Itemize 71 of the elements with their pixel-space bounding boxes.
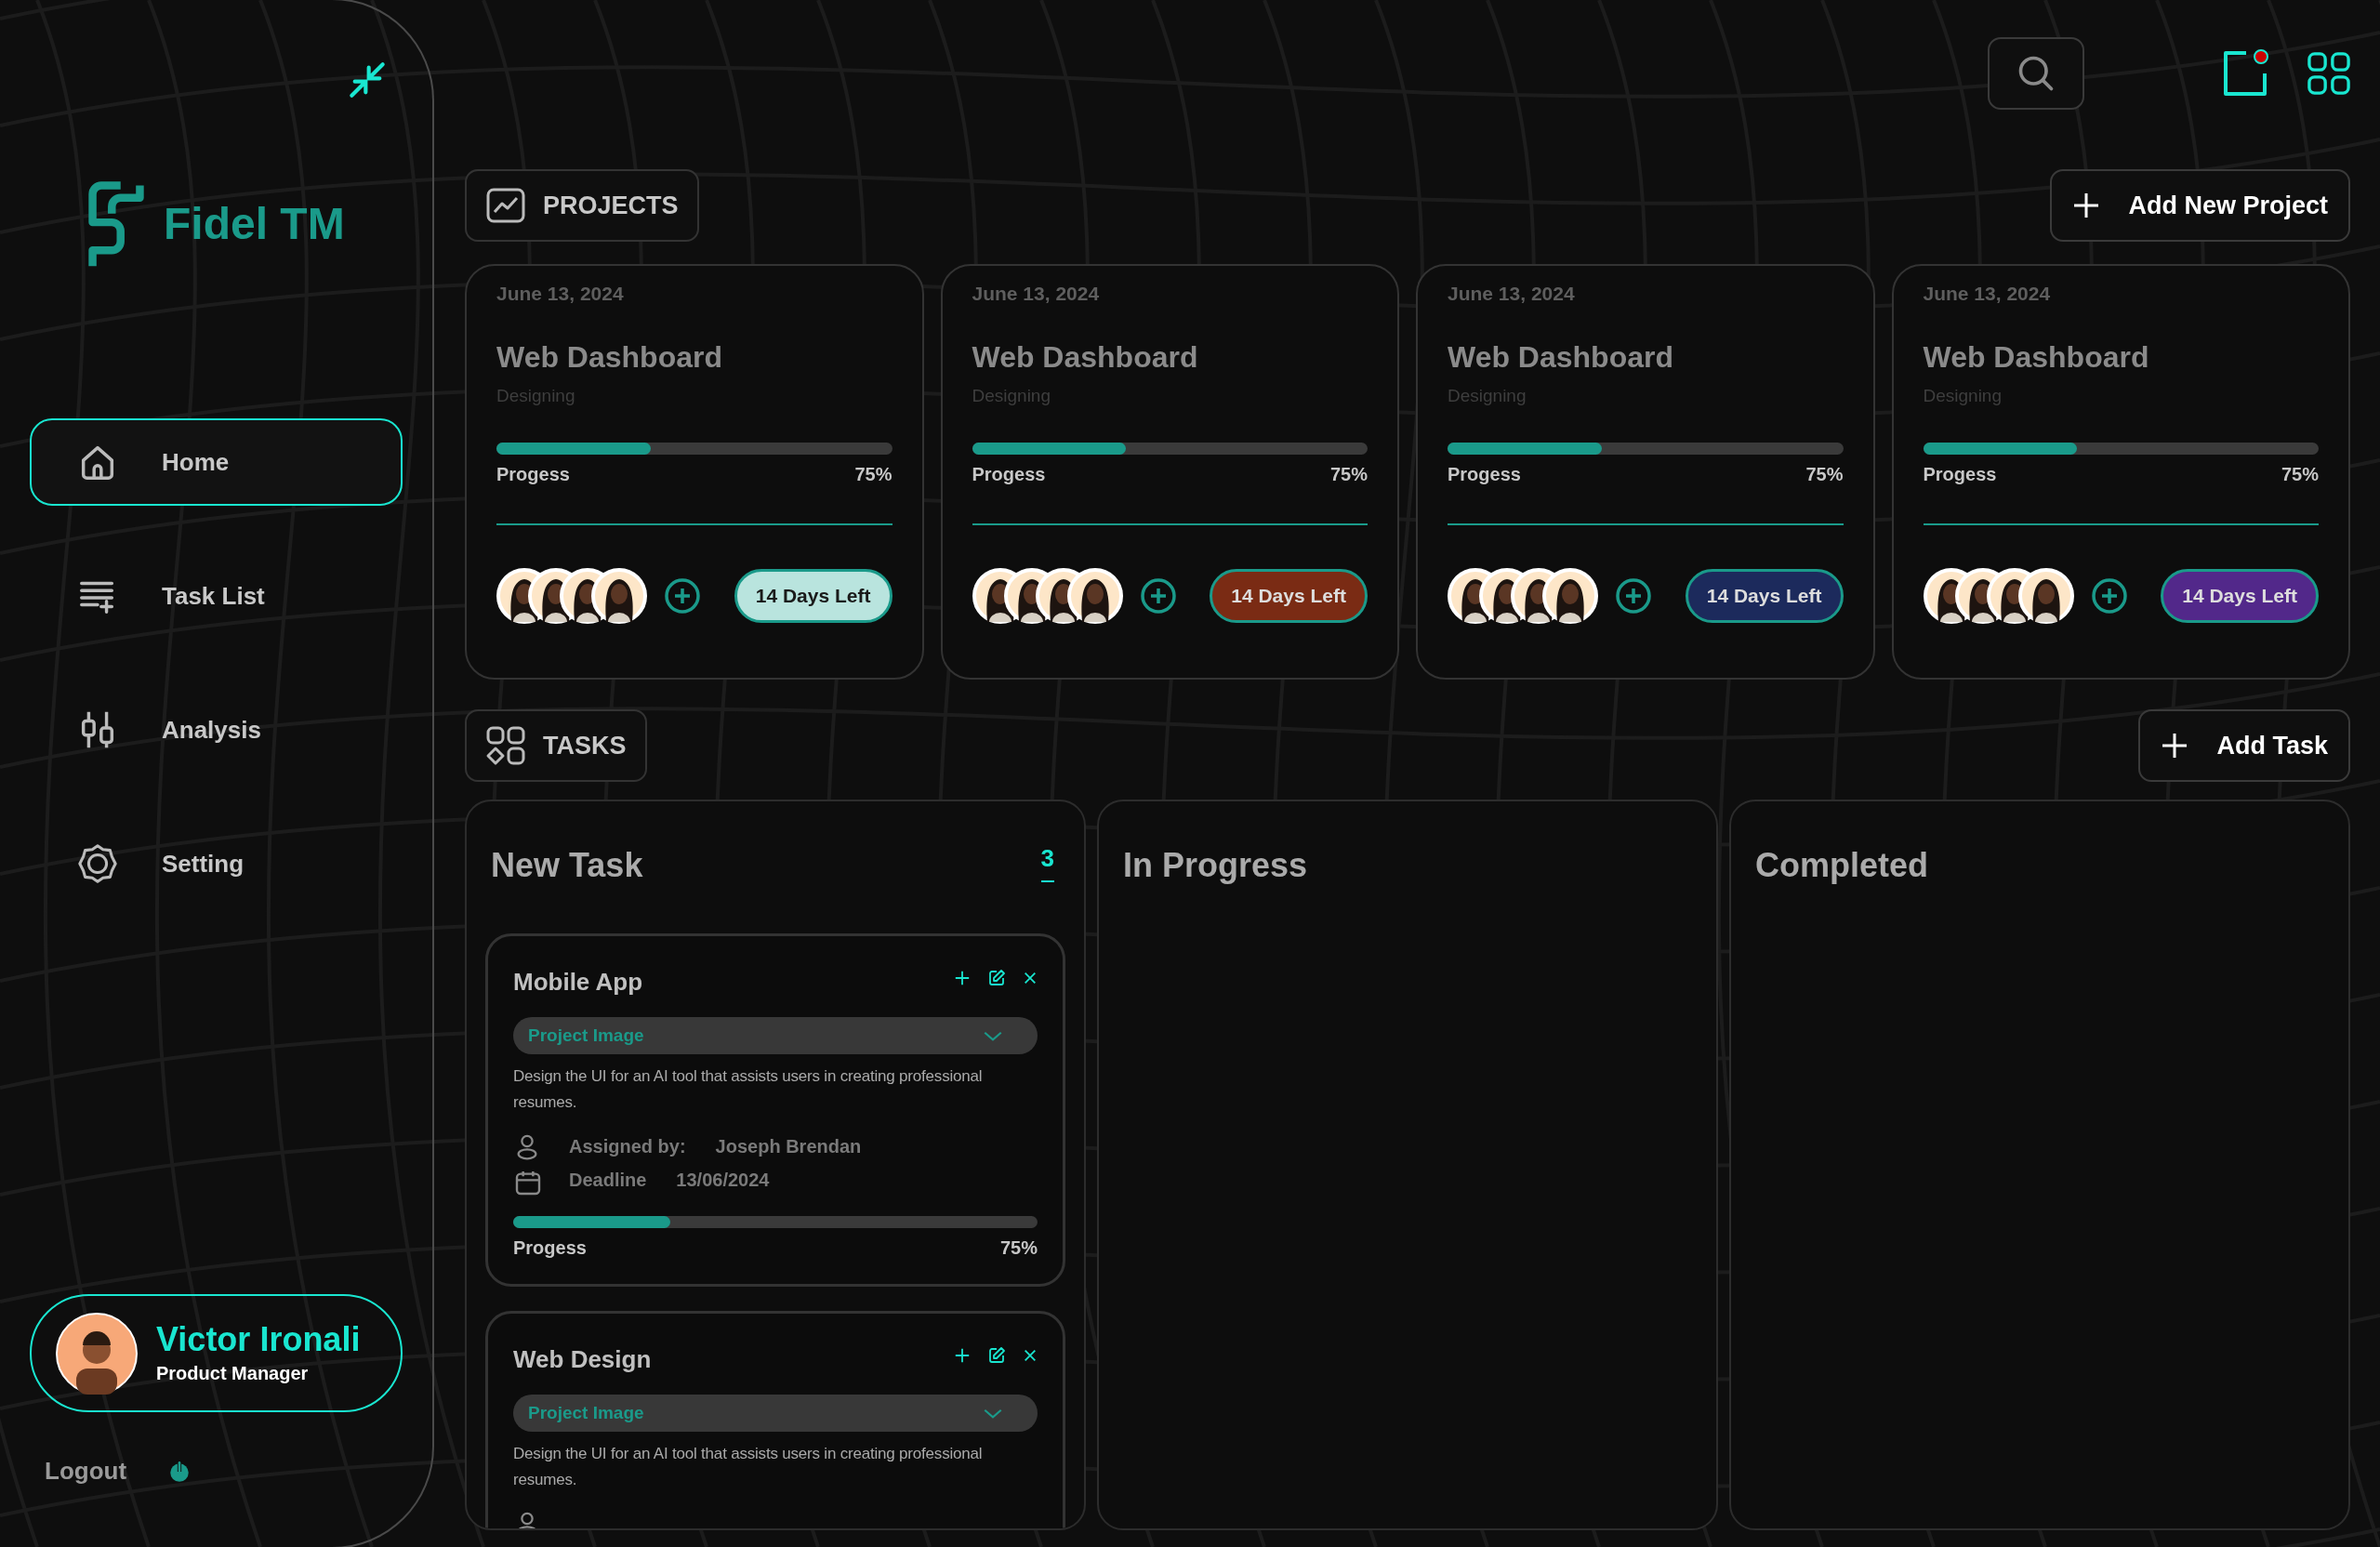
project-title: Web Dashboard [972,338,1199,376]
project-date: June 13, 2024 [496,282,625,306]
progress-value: 75% [854,463,892,486]
plus-icon[interactable] [954,969,971,986]
progress-value: 75% [1329,463,1368,486]
column-title: In Progress [1123,845,1308,886]
section-tag: TASKS [465,709,647,782]
edit-icon[interactable] [987,968,1006,987]
progress-label: Progess [1448,463,1521,486]
shapes-icon [485,725,526,766]
column-title: Completed [1755,845,1928,886]
project-date: June 13, 2024 [1923,282,2052,306]
add-member-icon[interactable] [1615,577,1652,615]
collapse-icon[interactable] [349,61,386,99]
task-count: 3 [1040,840,1054,882]
apps-icon[interactable] [2307,52,2350,95]
section-tag: PROJECTS [465,169,699,242]
days-left-badge: 14 Days Left [734,569,892,623]
project-title: Web Dashboard [1448,338,1674,376]
brand-name: Fidel TM [164,198,345,250]
notification-icon[interactable] [2222,49,2270,98]
nav-item[interactable]: Analysis [30,686,403,774]
add-member-icon[interactable] [664,577,701,615]
nav-item[interactable]: Home [30,418,403,506]
add-member-icon[interactable] [1139,577,1177,615]
project-title: Web Dashboard [496,338,723,376]
progress-label: Progess [972,463,1046,486]
project-date: June 13, 2024 [972,282,1101,306]
progress-label: Progess [496,463,570,486]
plus-icon [2072,192,2101,219]
profile-name: Victor Ironali [156,1319,361,1359]
assigned-label: Assigned by: [569,1135,686,1158]
task-title: Web Design [513,1344,652,1375]
task-card[interactable]: Web Design Project Image Design the UI for an AI tool that assists users in creating professional resumes. [485,1311,1065,1528]
task-title: Mobile App [513,967,643,998]
search-button[interactable] [1988,37,2084,110]
edit-icon[interactable] [987,1345,1006,1365]
progress-label: Progess [1923,463,1997,486]
days-left-badge: 14 Days Left [2161,569,2319,623]
close-icon[interactable] [1023,1347,1038,1363]
days-left-badge: 14 Days Left [1210,569,1368,623]
assigned-name: Joseph Brendan [715,1135,862,1158]
avatar [1066,568,1123,624]
deadline-date: 13/06/2024 [676,1169,770,1192]
project-title: Web Dashboard [1923,338,2150,376]
avatar [1542,568,1598,624]
profile-role: Product Manager [156,1361,310,1385]
project-date: June 13, 2024 [1448,282,1576,306]
add-member-icon[interactable] [2090,577,2128,615]
column-title: New Task [491,845,643,886]
nav-item[interactable]: Task List [30,552,403,640]
profile-card[interactable]: Victor Ironali Product Manager [30,1294,403,1412]
deadline-label: Deadline [569,1169,647,1192]
avatar [591,568,647,624]
close-icon[interactable] [1023,970,1038,985]
add-button[interactable]: Add Task [2138,709,2350,782]
nav-item[interactable]: Setting [30,820,403,907]
task-card[interactable]: Mobile App Project Image Design the UI for an AI tool that assists users in creating professional resumes. Assigned by: Joseph Brendan Deadline 13/06/2024 Progess 75% [485,933,1065,1287]
plus-icon [2161,732,2189,760]
plus-icon[interactable] [954,1346,971,1364]
logout-button[interactable]: Logout [45,1453,127,1489]
avatar [2017,568,2074,624]
progress-value: 75% [1805,463,1844,486]
task-description: Design the UI for an AI tool that assists users in creating professional resumes. [513,1066,984,1113]
progress-label: Progess [513,1236,587,1260]
progress-value: 75% [999,1236,1038,1260]
task-description: Design the UI for an AI tool that assists users in creating professional resumes. [513,1444,984,1490]
progress-value: 75% [2281,463,2319,486]
days-left-badge: 14 Days Left [1685,569,1844,623]
add-button[interactable]: Add New Project [2050,169,2350,242]
settings-icon [76,842,119,885]
